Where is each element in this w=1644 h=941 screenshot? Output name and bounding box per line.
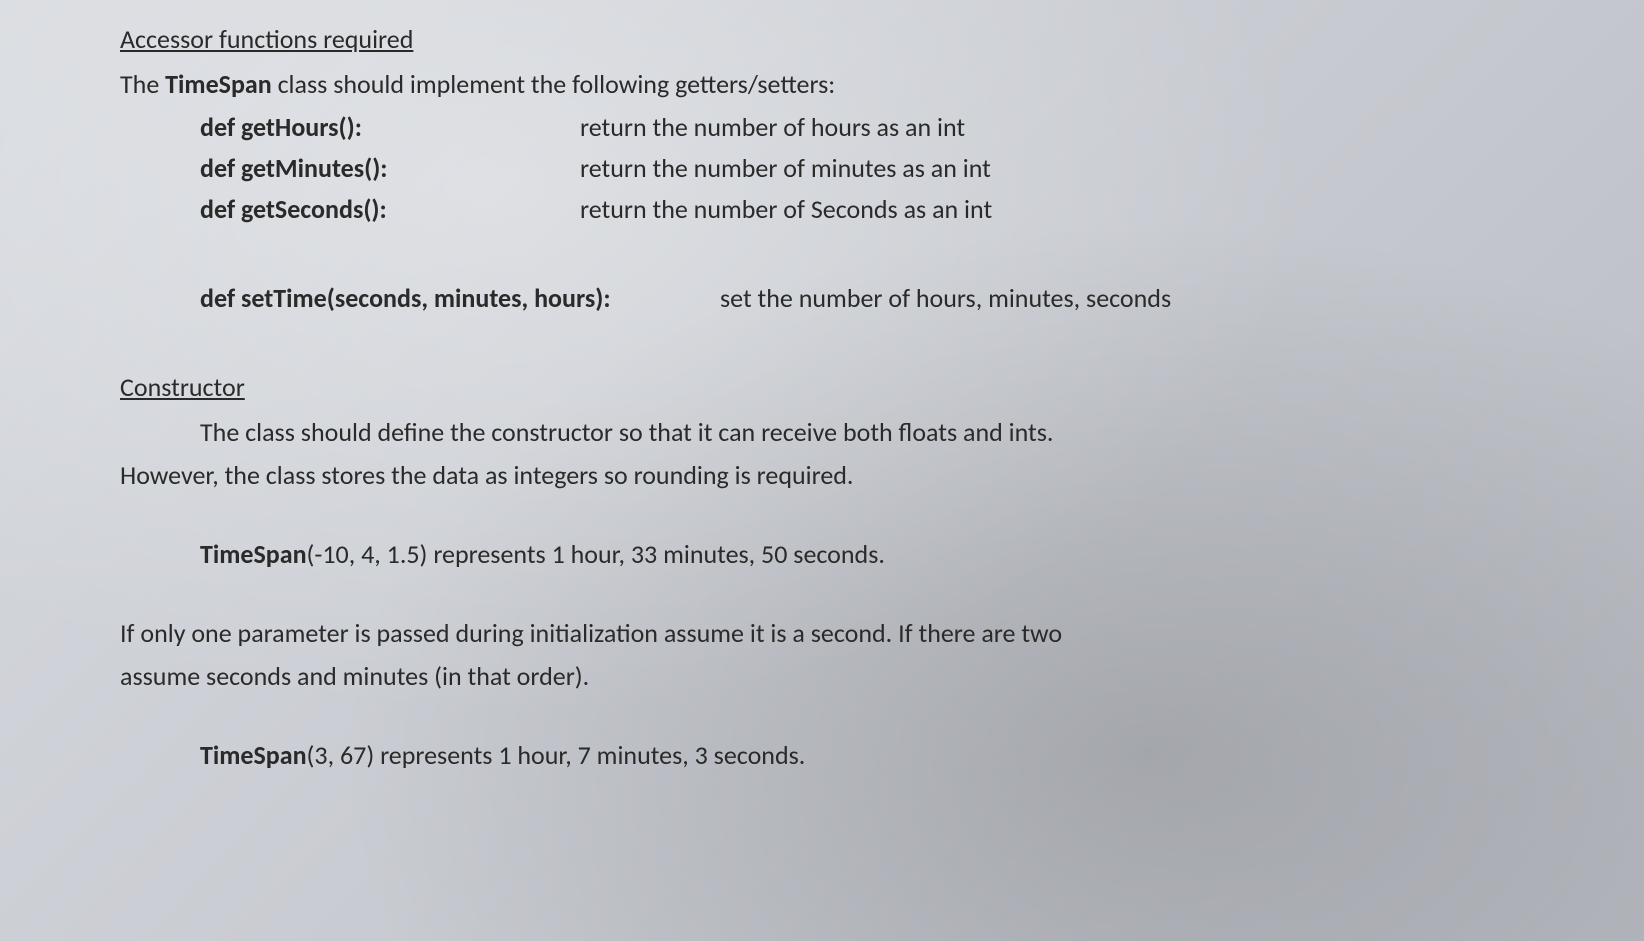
method-signature: def getHours(): [200, 108, 580, 147]
method-description: return the number of Seconds as an int [580, 190, 1564, 229]
setter-signature: def setTime(seconds, minutes, hours): [200, 279, 720, 318]
example-args: (3, 67) represents 1 hour, 7 minutes, 3 … [307, 739, 806, 771]
method-row: def getHours(): return the number of hou… [120, 108, 1564, 147]
intro-suffix: class should implement the following get… [272, 68, 836, 100]
constructor-para2-line: If only one parameter is passed during i… [120, 614, 1564, 653]
method-row: def getSeconds(): return the number of S… [120, 190, 1564, 229]
accessors-intro: The TimeSpan class should implement the … [120, 65, 1564, 104]
document-content: Accessor functions required The TimeSpan… [120, 20, 1564, 775]
intro-class-name: TimeSpan [165, 68, 272, 100]
method-signature: def getMinutes(): [200, 149, 580, 188]
constructor-para-line: However, the class stores the data as in… [120, 456, 1564, 495]
setter-description: set the number of hours, minutes, second… [720, 279, 1564, 318]
example-class-name: TimeSpan [200, 739, 307, 771]
constructor-para2-line: assume seconds and minutes (in that orde… [120, 657, 1564, 696]
accessors-heading: Accessor functions required [120, 20, 1564, 59]
method-signature: def getSeconds(): [200, 190, 580, 229]
example-1: TimeSpan(-10, 4, 1.5) represents 1 hour,… [120, 535, 1564, 574]
method-description: return the number of minutes as an int [580, 149, 1564, 188]
method-description: return the number of hours as an int [580, 108, 1564, 147]
constructor-heading: Constructor [120, 368, 1564, 407]
setter-row: def setTime(seconds, minutes, hours): se… [120, 279, 1564, 318]
example-class-name: TimeSpan [200, 538, 307, 570]
example-2: TimeSpan(3, 67) represents 1 hour, 7 min… [120, 736, 1564, 775]
intro-prefix: The [120, 68, 165, 100]
method-row: def getMinutes(): return the number of m… [120, 149, 1564, 188]
example-args: (-10, 4, 1.5) represents 1 hour, 33 minu… [307, 538, 885, 570]
constructor-para-line: The class should define the constructor … [120, 413, 1564, 452]
